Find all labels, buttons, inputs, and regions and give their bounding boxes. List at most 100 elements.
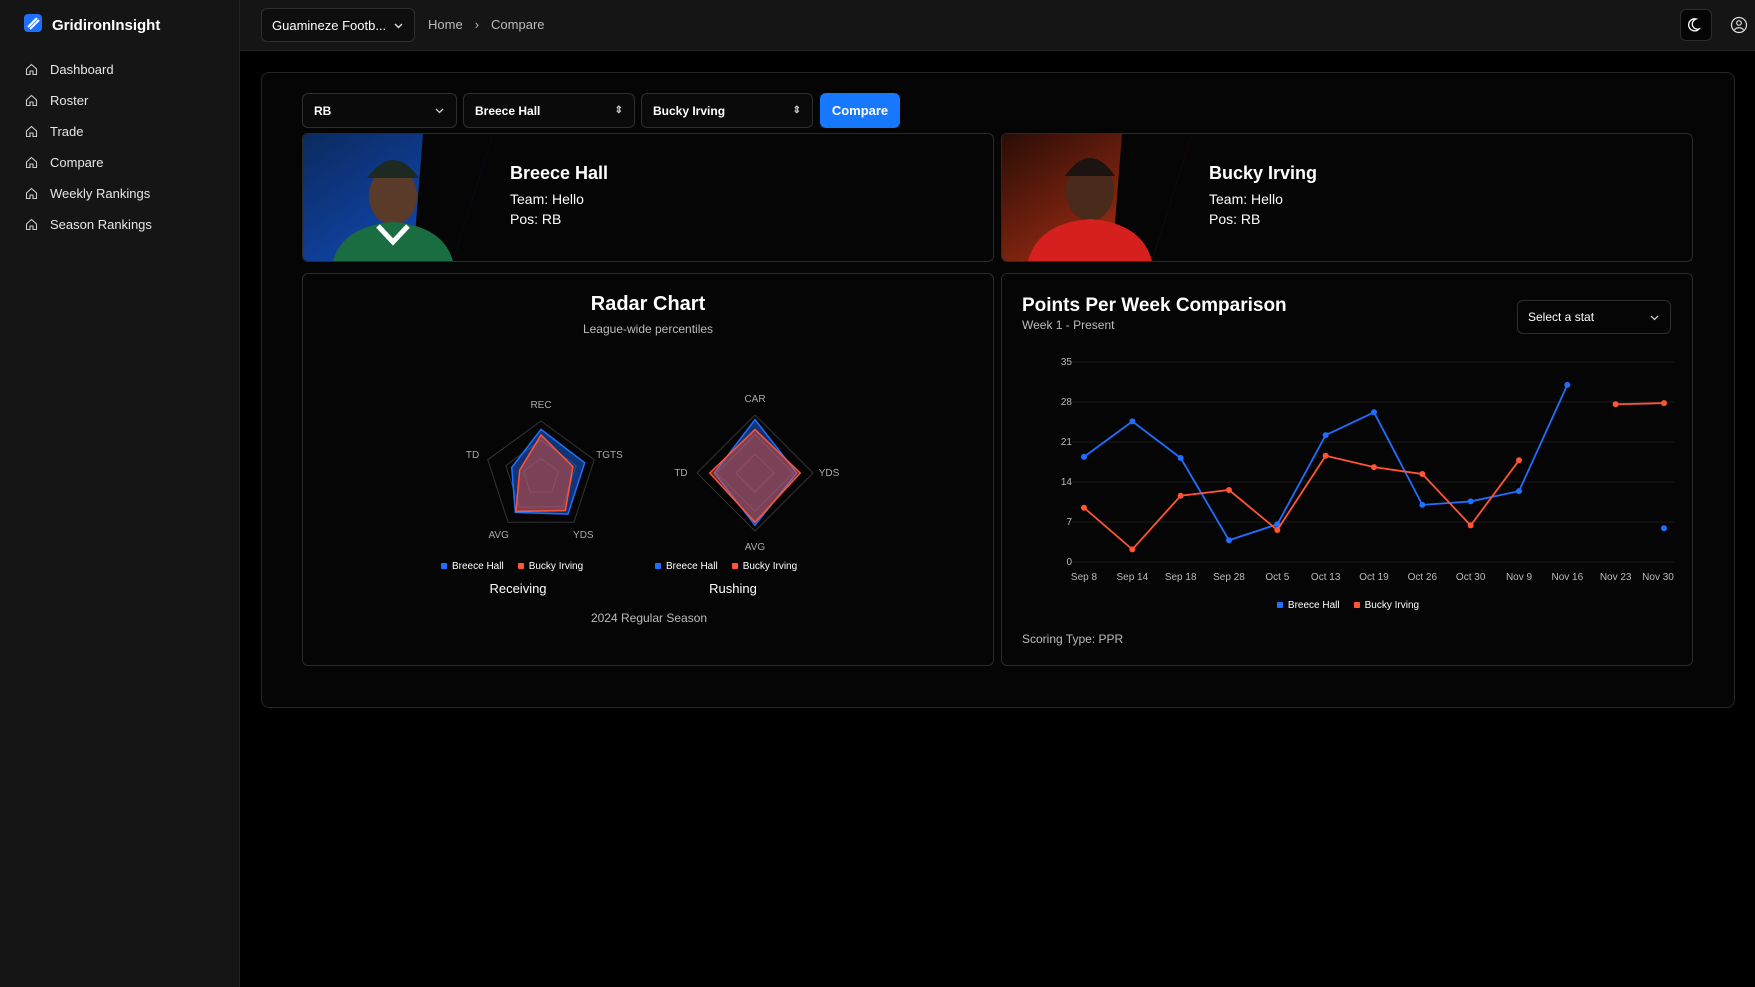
y-tick-label: 28 bbox=[1061, 397, 1073, 408]
player-one-value: Breece Hall bbox=[475, 103, 541, 118]
data-point bbox=[1564, 381, 1571, 388]
y-tick-label: 7 bbox=[1066, 517, 1072, 528]
data-point bbox=[1322, 452, 1329, 459]
data-point bbox=[1177, 492, 1184, 499]
theme-toggle-button[interactable] bbox=[1680, 9, 1712, 41]
x-tick-label: Nov 30 bbox=[1642, 572, 1674, 583]
sidebar-item-label: Roster bbox=[50, 93, 89, 108]
radar-axis-label: TD bbox=[674, 468, 687, 479]
select-sort-icon: ⇕ bbox=[614, 105, 623, 116]
legend-item-bucky[interactable]: Bucky Irving bbox=[517, 561, 583, 572]
x-tick-label: Sep 14 bbox=[1116, 572, 1148, 583]
legend-item-breece[interactable]: Breece Hall bbox=[1276, 600, 1340, 611]
x-tick-label: Oct 19 bbox=[1359, 572, 1389, 583]
rushing-label: Rushing bbox=[709, 581, 757, 596]
receiving-label: Receiving bbox=[489, 581, 547, 596]
points-legend: Breece Hall Bucky Irving bbox=[1002, 600, 1692, 611]
legend-item-bucky[interactable]: Bucky Irving bbox=[731, 561, 797, 572]
player-name: Bucky Irving bbox=[1209, 163, 1318, 183]
points-card: Points Per Week Comparison Week 1 - Pres… bbox=[1001, 273, 1693, 666]
sidebar-item-compare[interactable]: Compare bbox=[0, 147, 239, 178]
account-button[interactable] bbox=[1723, 9, 1755, 41]
sidebar-item-label: Compare bbox=[50, 155, 104, 170]
data-point bbox=[1467, 522, 1474, 529]
sidebar-item-trade[interactable]: Trade bbox=[0, 116, 239, 147]
y-tick-label: 0 bbox=[1066, 557, 1072, 568]
data-point bbox=[1467, 498, 1474, 505]
x-tick-label: Sep 18 bbox=[1165, 572, 1197, 583]
sidebar: GridironInsight Dashboard Roster Trade Comp… bbox=[0, 0, 240, 987]
breadcrumb: Home › Compare bbox=[428, 17, 545, 32]
player-team: Team: Hello bbox=[510, 191, 584, 207]
top-bar: Guamineze Footb... Home › Compare bbox=[240, 0, 1755, 51]
scoring-type: Scoring Type: PPR bbox=[1022, 632, 1124, 646]
breadcrumb-separator-icon: › bbox=[474, 17, 480, 32]
home-icon bbox=[25, 63, 38, 76]
data-point bbox=[1274, 527, 1281, 533]
brand-name: GridironInsight bbox=[52, 16, 161, 34]
sidebar-item-weekly-rankings[interactable]: Weekly Rankings bbox=[0, 178, 239, 209]
data-point bbox=[1612, 401, 1619, 408]
player-team: Team: Hello bbox=[1209, 191, 1283, 207]
player-two-value: Bucky Irving bbox=[653, 103, 726, 118]
data-point bbox=[1081, 453, 1087, 460]
radar-axis-label: YDS bbox=[819, 468, 840, 479]
radar-axis-label: AVG bbox=[745, 542, 766, 553]
radar-card: Radar Chart League-wide percentiles REC T… bbox=[302, 273, 994, 666]
x-tick-label: Oct 26 bbox=[1408, 572, 1438, 583]
player-position: Pos: RB bbox=[510, 211, 562, 227]
home-icon bbox=[25, 125, 38, 138]
y-tick-label: 35 bbox=[1061, 357, 1073, 368]
data-point bbox=[1371, 464, 1377, 471]
receiving-legend: Breece Hall Bucky Irving bbox=[441, 561, 583, 572]
position-select-value: RB bbox=[314, 103, 332, 118]
brand[interactable]: GridironInsight bbox=[0, 0, 239, 50]
team-select-label: Guamineze Footb... bbox=[272, 17, 387, 33]
player-photo bbox=[1002, 134, 1192, 261]
data-point bbox=[1419, 501, 1426, 508]
select-sort-icon: ⇕ bbox=[792, 105, 801, 116]
radar-axis-label: CAR bbox=[744, 394, 765, 405]
player-two-select[interactable]: Bucky Irving ⇕ bbox=[641, 93, 813, 128]
user-avatar-icon bbox=[1730, 16, 1748, 34]
season-label: 2024 Regular Season bbox=[590, 611, 708, 625]
x-tick-label: Nov 23 bbox=[1600, 572, 1632, 583]
x-tick-label: Sep 28 bbox=[1213, 572, 1245, 583]
breadcrumb-home[interactable]: Home bbox=[428, 17, 463, 32]
chevron-down-icon bbox=[394, 23, 403, 28]
x-tick-label: Nov 16 bbox=[1551, 572, 1583, 583]
radar-axis-label: YDS bbox=[573, 530, 594, 541]
chevron-down-icon bbox=[435, 108, 444, 114]
sidebar-item-label: Dashboard bbox=[50, 62, 114, 77]
data-point bbox=[1129, 418, 1136, 425]
player-photo bbox=[303, 134, 493, 261]
radar-axis-label: AVG bbox=[488, 530, 509, 541]
position-select[interactable]: RB bbox=[302, 93, 457, 128]
data-point bbox=[1081, 504, 1087, 511]
sidebar-item-label: Weekly Rankings bbox=[50, 186, 151, 201]
radar-axis-label: TD bbox=[466, 450, 479, 461]
compare-button[interactable]: Compare bbox=[820, 93, 900, 128]
data-point bbox=[1419, 471, 1426, 477]
sidebar-item-roster[interactable]: Roster bbox=[0, 85, 239, 116]
legend-item-bucky[interactable]: Bucky Irving bbox=[1353, 600, 1419, 611]
data-point bbox=[1516, 457, 1522, 464]
y-tick-label: 21 bbox=[1061, 437, 1073, 448]
data-point bbox=[1371, 409, 1377, 416]
data-point bbox=[1661, 400, 1667, 407]
player-one-select[interactable]: Breece Hall ⇕ bbox=[463, 93, 635, 128]
sidebar-item-label: Trade bbox=[50, 124, 84, 139]
team-select[interactable]: Guamineze Footb... bbox=[261, 8, 415, 42]
player-name: Breece Hall bbox=[510, 163, 609, 183]
breadcrumb-compare: Compare bbox=[491, 17, 545, 32]
player-position: Pos: RB bbox=[1209, 211, 1261, 227]
sidebar-item-season-rankings[interactable]: Season Rankings bbox=[0, 209, 239, 240]
legend-item-breece[interactable]: Breece Hall bbox=[655, 561, 718, 572]
data-point bbox=[1129, 546, 1136, 553]
sidebar-item-dashboard[interactable]: Dashboard bbox=[0, 54, 239, 85]
data-point bbox=[1177, 455, 1184, 461]
rushing-legend: Breece Hall Bucky Irving bbox=[655, 561, 797, 572]
data-point bbox=[1661, 525, 1667, 532]
home-icon bbox=[25, 156, 38, 169]
legend-item-breece[interactable]: Breece Hall bbox=[441, 561, 504, 572]
